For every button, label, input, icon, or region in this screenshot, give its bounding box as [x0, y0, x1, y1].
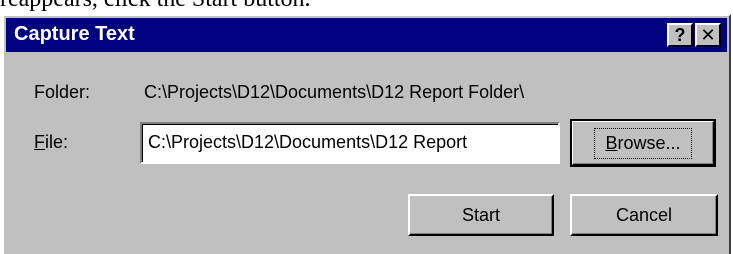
cancel-button[interactable]: Cancel	[570, 194, 718, 236]
folder-label: Folder:	[34, 82, 91, 102]
file-label-rest: ile:	[45, 132, 69, 152]
capture-text-dialog: Capture Text ? ✕ Folder: C:\Projects\D12…	[2, 14, 731, 254]
browse-button-label: Browse...	[594, 127, 692, 159]
close-button[interactable]: ✕	[695, 23, 721, 47]
browse-mnemonic: B	[605, 132, 618, 153]
start-button[interactable]: Start	[408, 194, 554, 236]
browse-button[interactable]: Browse...	[570, 119, 716, 167]
title-bar: Capture Text ? ✕	[6, 18, 727, 52]
question-mark-icon: ?	[674, 24, 686, 45]
help-button[interactable]: ?	[667, 23, 693, 47]
close-icon: ✕	[700, 24, 716, 45]
dialog-title: Capture Text	[14, 23, 135, 45]
browse-label-rest: rowse...	[617, 132, 681, 153]
file-label-mnemonic: F	[34, 132, 45, 152]
document-text: reappears, click the Start button.	[0, 0, 311, 13]
folder-path-value: C:\Projects\D12\Documents\D12 Report Fol…	[144, 82, 525, 102]
file-path-input[interactable]: C:\Projects\D12\Documents\D12 Report	[140, 122, 560, 164]
file-label: File:	[34, 132, 68, 153]
